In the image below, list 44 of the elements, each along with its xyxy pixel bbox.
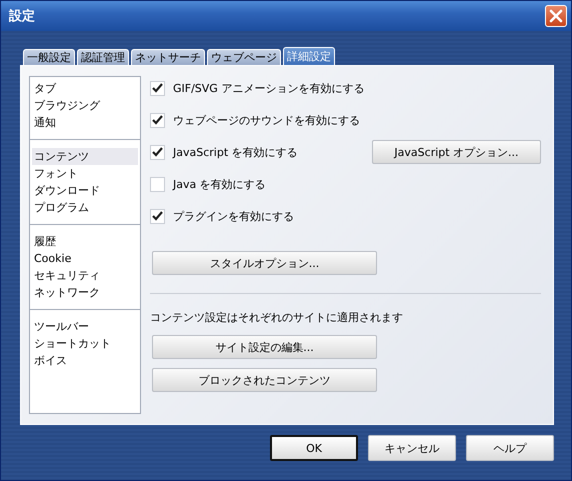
style-options-button[interactable]: スタイルオプション... (152, 251, 377, 275)
tab[interactable]: ネットサーチ (131, 49, 205, 65)
checkmark-icon (152, 115, 163, 125)
dialog-button[interactable]: ヘルプ (466, 435, 554, 461)
category-item[interactable]: ボイス (32, 352, 138, 369)
site-settings-button[interactable]: ブロックされたコンテンツ (152, 368, 377, 392)
category-item[interactable]: 通知 (32, 114, 138, 131)
checkmark-icon (152, 83, 163, 93)
category-item[interactable]: Cookie (32, 250, 138, 267)
close-button[interactable] (545, 5, 567, 27)
category-item[interactable]: タブ (32, 80, 138, 97)
tab[interactable]: 認証管理 (77, 49, 129, 65)
category-item[interactable]: ダウンロード (32, 182, 138, 199)
site-settings-button[interactable]: サイト設定の編集... (152, 335, 377, 359)
category-item[interactable]: ツールバー (32, 318, 138, 335)
checkbox[interactable] (150, 112, 165, 128)
tab[interactable]: 詳細設定 (283, 47, 335, 65)
checkbox-label: Java を有効にする (173, 176, 267, 192)
checkbox[interactable] (150, 80, 165, 96)
checkbox[interactable] (150, 144, 165, 160)
category-item[interactable]: コンテンツ (32, 148, 138, 165)
category-item[interactable]: 履歴 (32, 233, 138, 250)
category-item[interactable]: プログラム (32, 199, 138, 216)
checkbox-label: プラグインを有効にする (173, 208, 295, 224)
category-item[interactable]: フォント (32, 165, 138, 182)
site-settings-note: コンテンツ設定はそれぞれのサイトに適用されます (150, 310, 404, 325)
checkbox-label: JavaScript を有効にする (173, 144, 299, 160)
checkmark-icon (152, 211, 163, 221)
checkbox-label: GIF/SVG アニメーションを有効にする (173, 80, 366, 96)
category-item[interactable]: ブラウジング (32, 97, 138, 114)
category-item[interactable]: セキュリティ (32, 267, 138, 284)
close-icon (549, 9, 563, 23)
window-title: 設定 (9, 8, 35, 25)
tab[interactable]: 一般設定 (23, 49, 75, 65)
dialog-button[interactable]: キャンセル (368, 435, 456, 461)
dialog-button[interactable]: OK (270, 435, 358, 461)
javascript-options-button[interactable]: JavaScript オプション... (372, 140, 541, 164)
checkbox[interactable] (150, 176, 165, 192)
category-item[interactable]: ネットワーク (32, 284, 138, 301)
category-item[interactable]: ショートカット (32, 335, 138, 352)
checkbox-label: ウェブページのサウンドを有効にする (173, 112, 361, 128)
tab[interactable]: ウェブページ (207, 49, 281, 65)
checkmark-icon (152, 147, 163, 157)
checkbox[interactable] (150, 208, 165, 224)
